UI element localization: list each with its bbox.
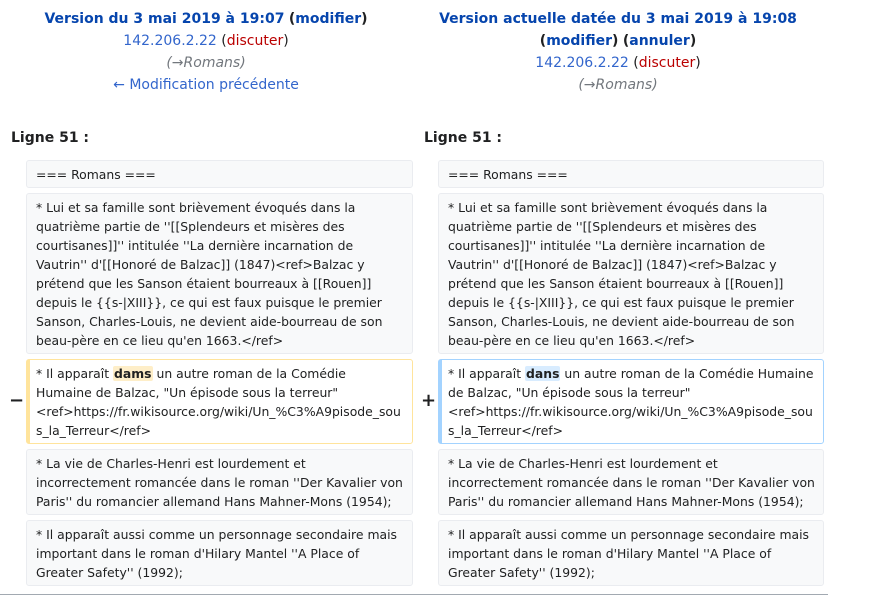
new-edit-summary: (→Romans) bbox=[578, 77, 658, 93]
previous-edit-link[interactable]: ← Modification précédente bbox=[113, 77, 299, 93]
new-line-number: Ligne 51 : bbox=[424, 130, 503, 146]
new-edit-link[interactable]: modifier bbox=[546, 33, 612, 49]
old-context-line: * Lui et sa famille sont brièvement évoq… bbox=[26, 193, 413, 354]
added-word: dans bbox=[525, 366, 561, 381]
new-context-line: * Il apparaît aussi comme un personnage … bbox=[438, 520, 824, 586]
new-revision-header: Version actuelle datée du 3 mai 2019 à 1… bbox=[412, 8, 824, 96]
new-user-ip-link[interactable]: 142.206.2.22 bbox=[535, 55, 629, 71]
deleted-word: dams bbox=[113, 366, 153, 381]
old-talk-link[interactable]: discuter bbox=[227, 33, 284, 49]
new-talk-link[interactable]: discuter bbox=[639, 55, 696, 71]
deleted-line-marker: − bbox=[9, 390, 25, 411]
old-edit-link[interactable]: modifier bbox=[295, 11, 361, 27]
old-context-line: * La vie de Charles-Henri est lourdement… bbox=[26, 449, 413, 515]
divider bbox=[0, 594, 828, 595]
added-line-marker: + bbox=[421, 390, 437, 411]
old-line-number: Ligne 51 : bbox=[11, 130, 90, 146]
deleted-line: * Il apparaît dams un autre roman de la … bbox=[26, 359, 413, 444]
undo-link[interactable]: annuler bbox=[629, 33, 690, 49]
old-revision-title[interactable]: Version du 3 mai 2019 à 19:07 bbox=[44, 11, 284, 27]
old-context-line: === Romans === bbox=[26, 160, 413, 188]
old-edit-summary: (→Romans) bbox=[166, 55, 246, 71]
old-context-line: * Il apparaît aussi comme un personnage … bbox=[26, 520, 413, 586]
old-revision-header: Version du 3 mai 2019 à 19:07 (modifier)… bbox=[0, 8, 412, 96]
new-context-line: * La vie de Charles-Henri est lourdement… bbox=[438, 449, 824, 515]
new-revision-title[interactable]: Version actuelle datée du 3 mai 2019 à 1… bbox=[439, 11, 797, 27]
new-context-line: * Lui et sa famille sont brièvement évoq… bbox=[438, 193, 824, 354]
old-user-ip-link[interactable]: 142.206.2.22 bbox=[123, 33, 217, 49]
new-context-line: === Romans === bbox=[438, 160, 824, 188]
added-line: * Il apparaît dans un autre roman de la … bbox=[438, 359, 824, 444]
